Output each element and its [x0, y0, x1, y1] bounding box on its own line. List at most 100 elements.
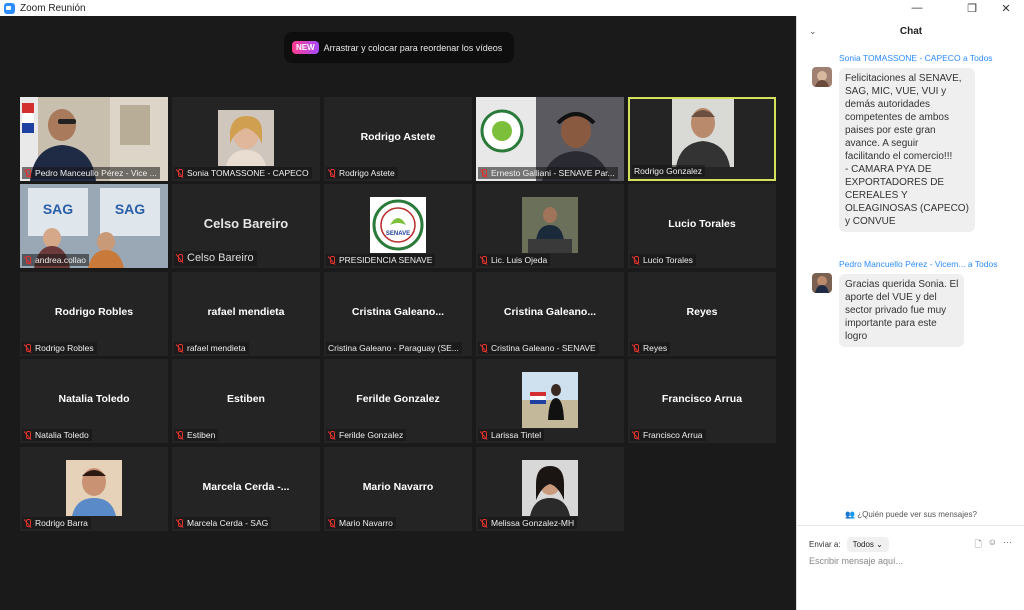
minimize-button[interactable]: —	[902, 0, 932, 16]
video-tile[interactable]: Lic. Luis Ojeda	[476, 184, 624, 268]
emoji-icon[interactable]: ☺	[988, 537, 997, 553]
video-tile[interactable]: Rodrigo Barra	[20, 447, 168, 531]
video-tile[interactable]: Pedro Manceullo Pérez - Vice ...	[20, 97, 168, 181]
video-tile[interactable]: SENAVE PRESIDENCIA SENAVE	[324, 184, 472, 268]
participant-name: Rodrigo Gonzalez	[634, 166, 703, 176]
muted-mic-icon	[176, 518, 184, 528]
message-line: logro	[845, 331, 868, 342]
new-badge: NEW	[292, 41, 319, 54]
message-line: demás autoridades	[845, 99, 931, 110]
participant-display-name: Francisco Arrua	[661, 393, 743, 405]
participant-name: Larissa Tintel	[491, 430, 542, 440]
recipient-value: Todos	[852, 540, 874, 549]
participant-display-name: Rodrigo Robles	[54, 306, 134, 318]
restore-button[interactable]: ❐	[957, 0, 987, 16]
message-line: SAG, MIC, VUE, VUI y	[845, 86, 947, 97]
participant-name: Melissa Gonzalez-MH	[491, 518, 575, 528]
video-tile[interactable]: Francisco Arrua Francisco Arrua	[628, 359, 776, 443]
video-tile[interactable]: SAG SAG andrea.collao	[20, 184, 168, 268]
muted-mic-icon	[328, 168, 336, 178]
muted-mic-icon	[632, 430, 640, 440]
sender-name: Pedro Mancuello Pérez - Vicem...	[839, 259, 966, 269]
video-tile[interactable]: Larissa Tintel	[476, 359, 624, 443]
video-tile[interactable]: Lucio Torales Lucio Torales	[628, 184, 776, 268]
participant-display-name: Cristina Galeano...	[503, 306, 597, 318]
sag-sign-text: SAG	[43, 201, 73, 217]
chevron-down-icon: ⌄	[876, 540, 883, 549]
participant-name: Pedro Manceullo Pérez - Vice ...	[35, 168, 157, 178]
video-tile[interactable]: Ferilde Gonzalez Ferilde Gonzalez	[324, 359, 472, 443]
participant-label: Rodrigo Robles	[22, 342, 97, 354]
video-gallery: NEW Arrastrar y colocar para reordenar l…	[0, 16, 796, 610]
participant-label: Cristina Galeano - Paraguay (SE...	[326, 342, 462, 354]
video-tile-active-speaker[interactable]: Rodrigo Gonzalez	[628, 97, 776, 181]
video-tile[interactable]: Marcela Cerda -... Marcela Cerda - SAG	[172, 447, 320, 531]
file-icon[interactable]: 🗋	[975, 537, 982, 553]
recipient: a Todos	[967, 259, 998, 269]
muted-mic-icon	[176, 168, 184, 178]
recipient: a Todos	[962, 53, 993, 63]
participant-name: Mario Navarro	[339, 518, 393, 528]
participant-label: Cristina Galeano - SENAVE	[478, 342, 599, 354]
chat-header: ⌄ Chat	[797, 16, 1024, 48]
video-tile[interactable]: rafael mendieta rafael mendieta	[172, 272, 320, 356]
muted-mic-icon	[24, 343, 32, 353]
muted-mic-icon	[328, 518, 336, 528]
participant-label: Rodrigo Barra	[22, 517, 91, 529]
participant-display-name: Reyes	[686, 306, 718, 318]
title-bar: Zoom Reunión — ❐ ✕	[0, 0, 1024, 16]
message-line: Gracias querida Sonia. El	[845, 279, 959, 290]
participant-label: Melissa Gonzalez-MH	[478, 517, 578, 529]
video-tile[interactable]: Rodrigo Astete Rodrigo Astete	[324, 97, 472, 181]
participant-name: Celso Bareiro	[187, 252, 254, 264]
participant-label: Francisco Arrua	[630, 429, 706, 441]
video-tile[interactable]: Sonia TOMASSONE - CAPECO	[172, 97, 320, 181]
participant-name: Sonia TOMASSONE - CAPECO	[187, 168, 309, 178]
participant-label: Pedro Manceullo Pérez - Vice ...	[22, 167, 160, 179]
participant-display-name: Natalia Toledo	[58, 393, 130, 405]
message-input[interactable]: Escribir mensaje aquí...	[809, 556, 903, 566]
participant-label: rafael mendieta	[174, 342, 249, 354]
message-sender: Pedro Mancuello Pérez - Vicem... a Todos	[839, 259, 997, 269]
muted-mic-icon	[480, 430, 488, 440]
message-visibility-link[interactable]: 👥 ¿Quién puede ver sus mensajes?	[797, 510, 1024, 519]
video-tile[interactable]: Cristina Galeano... Cristina Galeano - S…	[476, 272, 624, 356]
video-tile[interactable]: Estiben Estiben	[172, 359, 320, 443]
recipient-dropdown[interactable]: Todos ⌄	[846, 537, 889, 552]
participant-name: andrea.collao	[35, 255, 87, 265]
more-icon[interactable]: ···	[1003, 537, 1012, 553]
participant-label: Sonia TOMASSONE - CAPECO	[174, 167, 312, 179]
muted-mic-icon	[480, 343, 488, 353]
zoom-app-icon	[4, 2, 15, 14]
muted-mic-icon	[480, 168, 488, 178]
participant-name: Lucio Torales	[643, 255, 693, 265]
send-to-label: Enviar a:	[809, 540, 841, 549]
video-tile[interactable]: Celso Bareiro Celso Bareiro	[172, 184, 320, 268]
participant-label: Rodrigo Gonzalez	[632, 165, 706, 177]
muted-mic-icon	[328, 255, 336, 265]
participant-display-name: Rodrigo Astete	[360, 131, 436, 143]
message-line: importante para este	[845, 318, 937, 329]
people-icon: 👥	[845, 510, 856, 519]
participant-label: Lic. Luis Ojeda	[478, 254, 551, 266]
close-button[interactable]: ✕	[991, 0, 1021, 16]
muted-mic-icon	[176, 254, 184, 263]
video-tile[interactable]: Natalia Toledo Natalia Toledo	[20, 359, 168, 443]
participant-label: Larissa Tintel	[478, 429, 545, 441]
participant-label: Celso Bareiro	[174, 251, 257, 266]
video-tile[interactable]: Rodrigo Robles Rodrigo Robles	[20, 272, 168, 356]
muted-mic-icon	[176, 343, 184, 353]
message-line: aporte del VUE y del	[845, 292, 937, 303]
video-tile[interactable]: Mario Navarro Mario Navarro	[324, 447, 472, 531]
participant-name: Francisco Arrua	[643, 430, 703, 440]
message-line: avance. A seguir	[845, 138, 919, 149]
participant-video	[522, 372, 578, 428]
video-tile[interactable]: Ernesto Galliani - SENAVE Par...	[476, 97, 624, 181]
video-tile[interactable]: Melissa Gonzalez-MH	[476, 447, 624, 531]
participant-label: Natalia Toledo	[22, 429, 92, 441]
video-tile[interactable]: Reyes Reyes	[628, 272, 776, 356]
muted-mic-icon	[24, 430, 32, 440]
reorder-toast: NEW Arrastrar y colocar para reordenar l…	[284, 32, 514, 63]
video-tile[interactable]: Cristina Galeano... Cristina Galeano - P…	[324, 272, 472, 356]
muted-mic-icon	[24, 168, 32, 178]
